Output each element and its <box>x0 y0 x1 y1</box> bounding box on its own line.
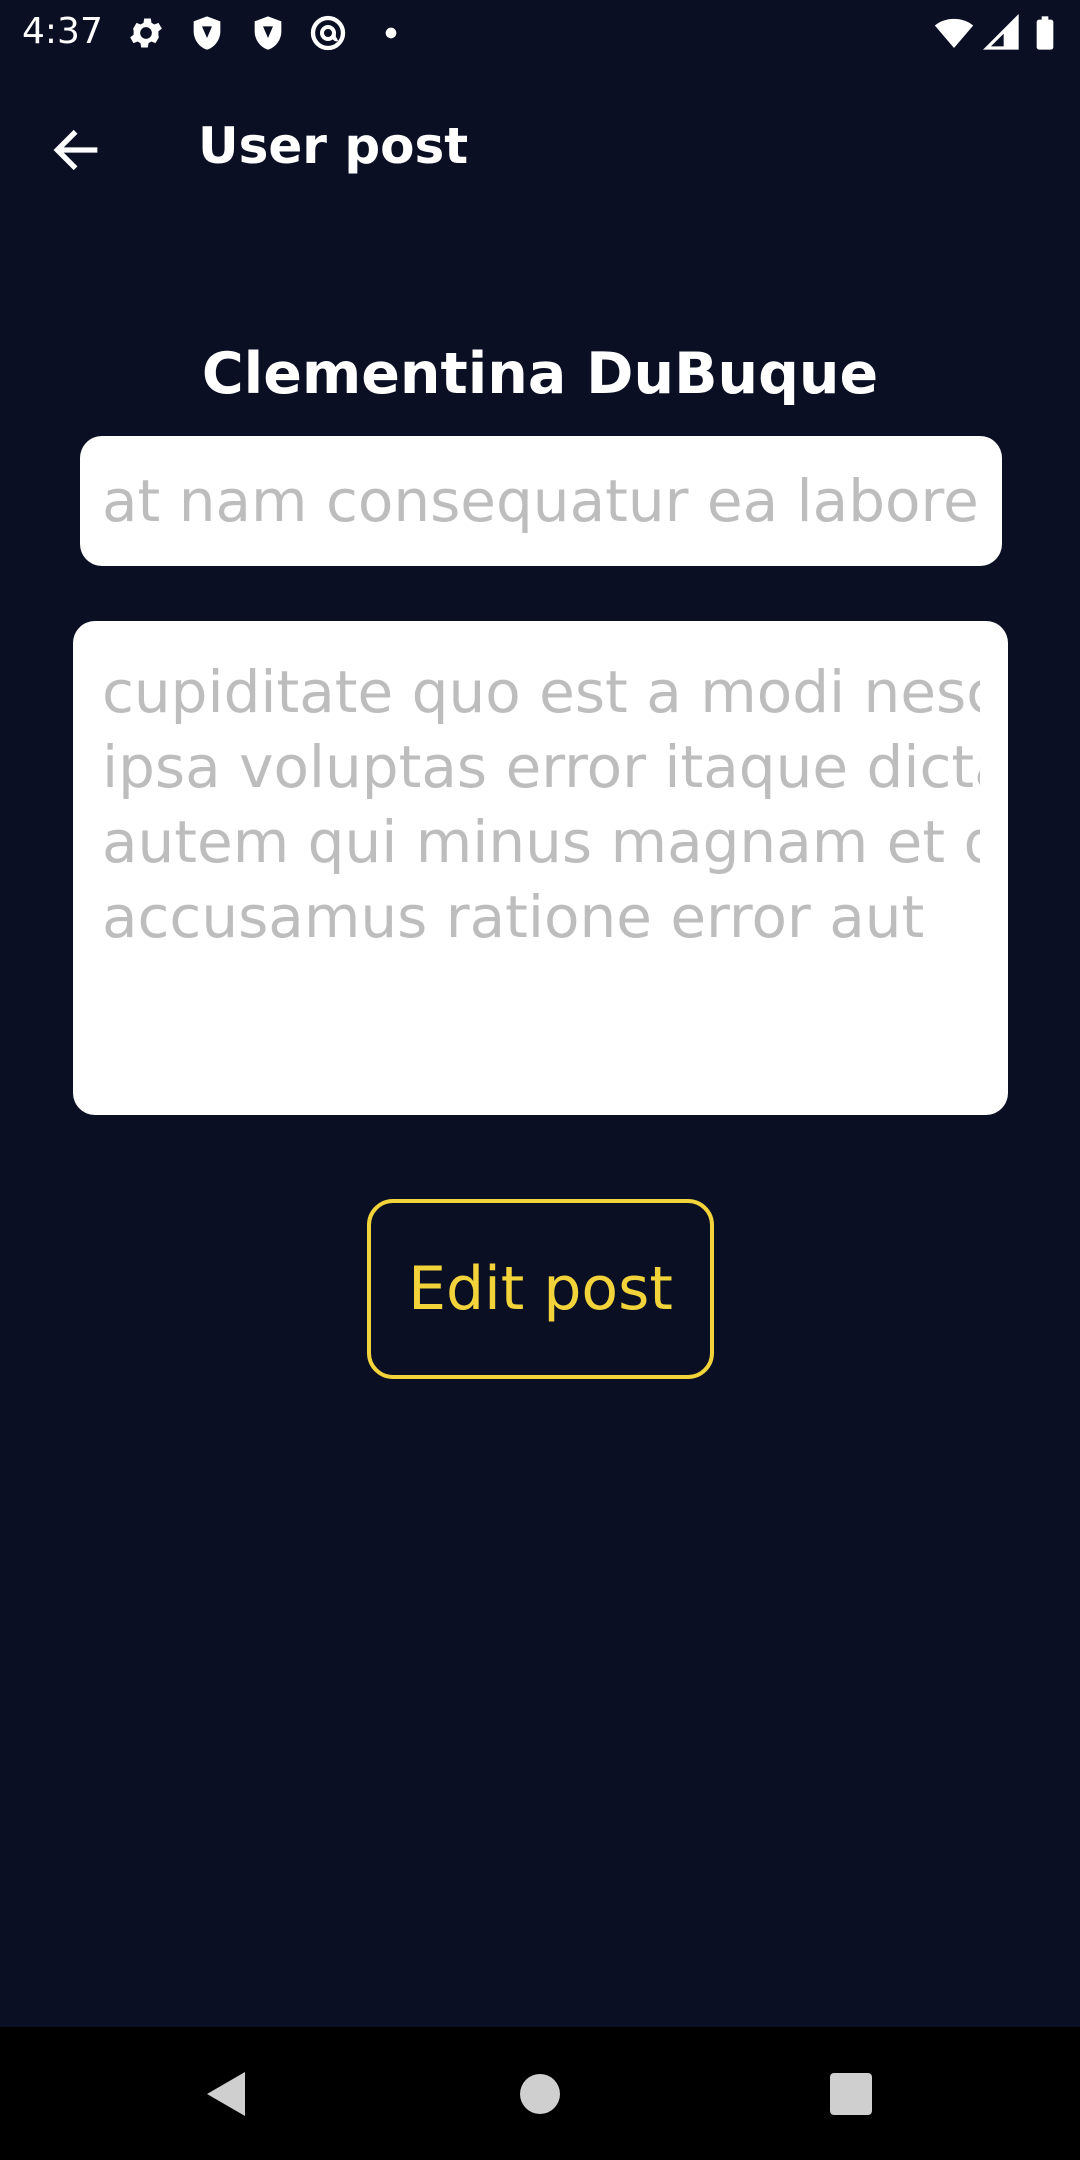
dot-icon <box>371 13 411 53</box>
status-bar: 4:37 <box>0 0 1080 66</box>
post-title-input[interactable]: at nam consequatur ea labore ea harum <box>80 436 1002 566</box>
arrow-left-icon <box>53 129 98 171</box>
cellular-signal-icon <box>982 13 1022 53</box>
page-title: User post <box>198 117 469 175</box>
status-time: 4:37 <box>22 11 103 52</box>
system-navigation-bar <box>0 2027 1080 2160</box>
post-body-line: cupiditate quo est a modi nesciunt solut… <box>102 658 980 726</box>
author-name: Clementina DuBuque <box>201 341 879 407</box>
app-bar: User post <box>0 66 1080 220</box>
edit-post-label: Edit post <box>408 1254 673 1324</box>
post-body-line: autem qui minus magnam et distinctio eum <box>102 808 980 876</box>
post-body-line: ipsa voluptas error itaque dicta in <box>102 733 980 801</box>
shield-icon <box>248 13 288 53</box>
post-body-line: accusamus ratione error aut <box>102 883 925 951</box>
back-button[interactable] <box>36 110 116 190</box>
user-post-screen: 4:37 User post Clementina DuBuque at nam… <box>0 0 1080 2160</box>
shield-icon <box>187 13 227 53</box>
at-sign-icon <box>308 13 348 53</box>
post-body-textarea[interactable]: cupiditate quo est a modi nesciunt solut… <box>73 621 1008 1115</box>
nav-back-button[interactable] <box>180 2049 270 2139</box>
edit-post-button[interactable]: Edit post <box>367 1199 714 1379</box>
back-triangle-icon <box>207 2072 245 2116</box>
nav-recents-button[interactable] <box>806 2049 896 2139</box>
post-title-text: at nam consequatur ea labore ea harum <box>102 467 980 535</box>
battery-icon <box>1030 13 1070 53</box>
nav-home-button[interactable] <box>495 2049 585 2139</box>
settings-icon <box>126 13 166 53</box>
wifi-icon <box>934 13 974 53</box>
home-circle-icon <box>520 2074 560 2114</box>
recents-square-icon <box>830 2073 872 2115</box>
